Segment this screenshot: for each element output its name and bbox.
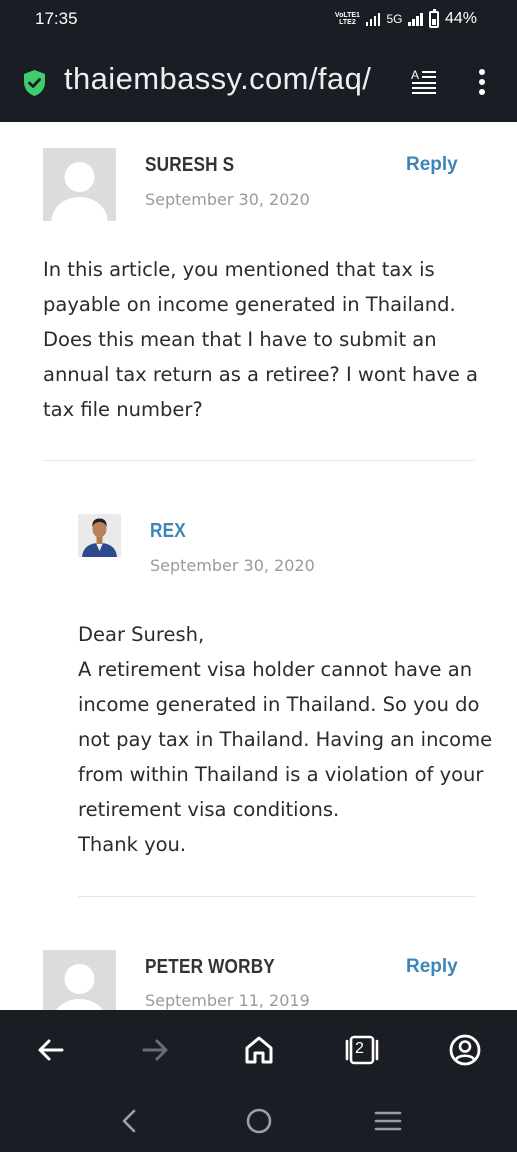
user-photo-avatar: [78, 514, 121, 557]
battery-percent: 44%: [444, 10, 477, 27]
status-bar: 17:35 VoLTE1 LTE2 5G 44%: [0, 0, 517, 44]
comment-body: In this article, you mentioned that tax …: [43, 258, 479, 421]
default-avatar-icon: [43, 148, 116, 221]
more-vertical-icon[interactable]: [472, 68, 492, 98]
comment-date[interactable]: September 11, 2019: [145, 991, 310, 1010]
account-icon[interactable]: [447, 1032, 483, 1068]
url-field[interactable]: thaiembassy.com/faq/: [64, 61, 394, 97]
browser-url-bar: thaiembassy.com/faq/ A: [0, 44, 517, 122]
home-icon[interactable]: [241, 1032, 277, 1068]
comment-author: PETER WORBY: [145, 956, 275, 978]
signal-2-icon: [408, 12, 423, 26]
network-type: 5G: [386, 12, 403, 26]
avatar: [43, 148, 116, 221]
comment-author-link[interactable]: REX: [150, 520, 186, 543]
browser-toolbar: 2: [0, 1010, 517, 1090]
comment-author: SURESH S: [145, 154, 235, 176]
comment-date[interactable]: September 30, 2020: [145, 190, 310, 209]
home-nav-icon[interactable]: [244, 1106, 274, 1136]
arrow-right-icon[interactable]: [137, 1032, 173, 1068]
reader-mode-icon[interactable]: A: [411, 68, 437, 96]
comment-divider: [43, 460, 475, 461]
comment-body: Dear Suresh, A retirement visa holder ca…: [78, 623, 493, 856]
battery-icon: [428, 8, 439, 28]
avatar: [78, 514, 121, 557]
tab-switcher-icon[interactable]: 2: [343, 1032, 379, 1068]
status-time: 17:35: [35, 9, 78, 28]
recents-nav-icon[interactable]: [373, 1106, 403, 1136]
default-avatar-icon: [43, 950, 116, 1010]
arrow-left-icon[interactable]: [33, 1032, 69, 1068]
back-nav-icon[interactable]: [114, 1106, 144, 1136]
status-indicators: VoLTE1 LTE2 5G 44%: [334, 8, 477, 28]
reply-button[interactable]: Reply: [406, 956, 458, 978]
volte-indicator: VoLTE1 LTE2: [334, 12, 360, 26]
avatar: [43, 950, 116, 1010]
signal-1-icon: [365, 12, 381, 26]
comment-date[interactable]: September 30, 2020: [150, 556, 315, 575]
tab-count: 2: [355, 1040, 364, 1057]
reply-button[interactable]: Reply: [406, 154, 458, 176]
svg-text:A: A: [411, 68, 419, 82]
comments-section: SURESH S Reply September 30, 2020 In thi…: [0, 122, 517, 1010]
shield-check-icon[interactable]: [22, 69, 47, 97]
system-navigation-bar: [0, 1090, 517, 1152]
comment-divider: [78, 896, 475, 897]
